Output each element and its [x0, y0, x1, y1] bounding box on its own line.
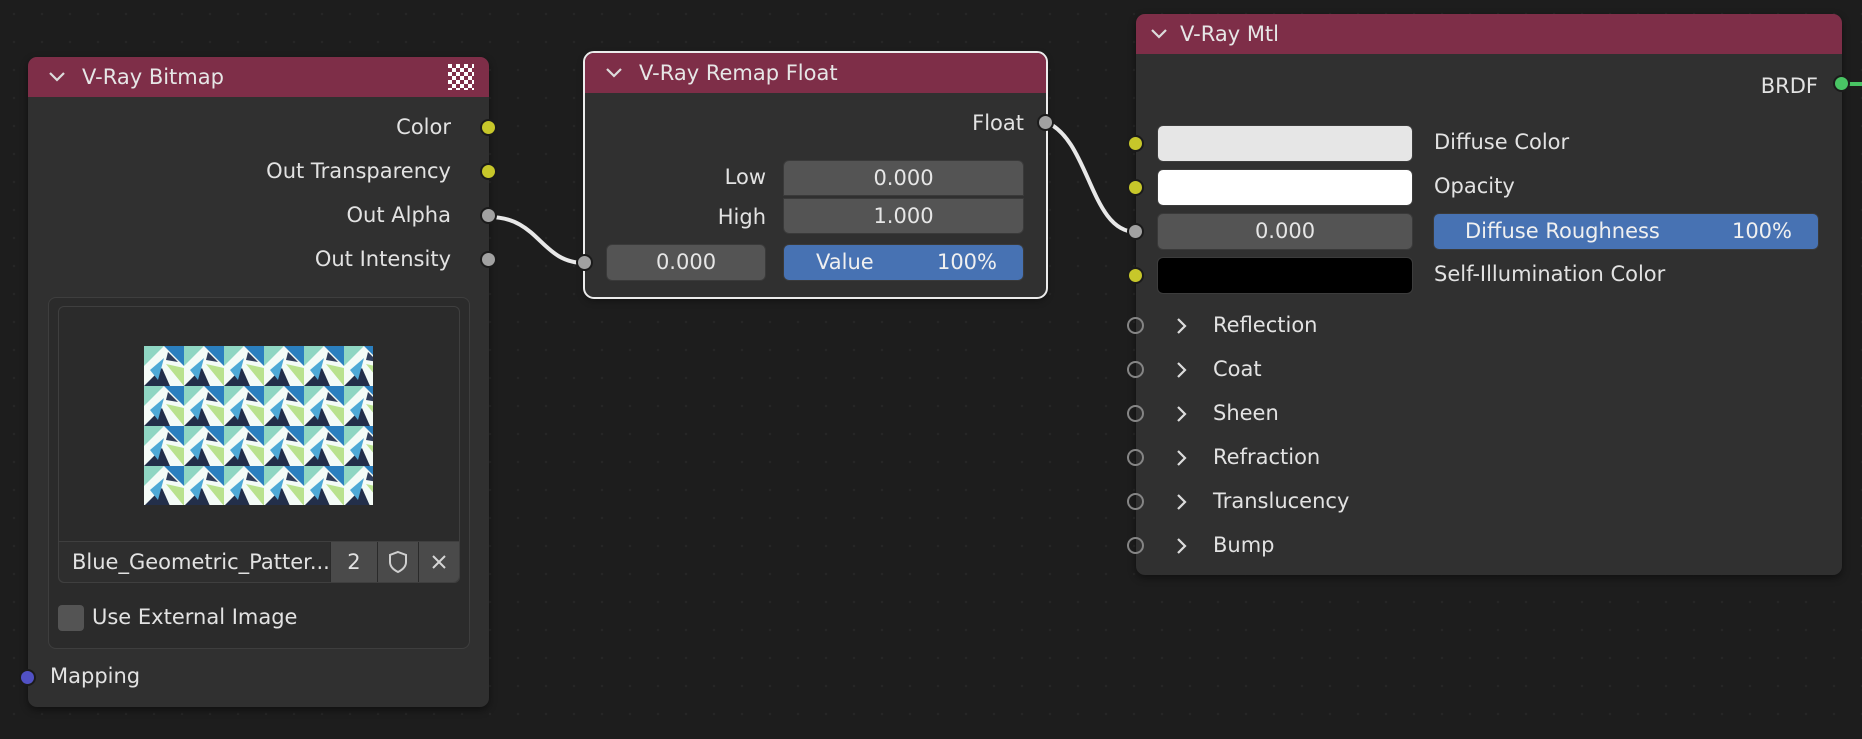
sheen-input-socket[interactable]: [1127, 405, 1144, 422]
value-slider[interactable]: Value 100%: [783, 244, 1024, 281]
collapse-chevron-icon[interactable]: [597, 53, 631, 93]
unlink-close-icon[interactable]: [417, 542, 459, 582]
bump-input-socket[interactable]: [1127, 537, 1144, 554]
node-title: V-Ray Mtl: [1180, 22, 1280, 46]
panel-bump-label: Bump: [1213, 533, 1275, 557]
float-output-label: Float: [972, 111, 1024, 135]
fake-user-shield-icon[interactable]: [377, 542, 418, 582]
use-external-image-label: Use External Image: [92, 605, 298, 629]
high-label: High: [717, 205, 766, 229]
node-title: V-Ray Bitmap: [82, 65, 224, 89]
reflection-input-socket[interactable]: [1127, 317, 1144, 334]
mapping-input-socket[interactable]: [19, 669, 36, 686]
self-illumination-swatch[interactable]: [1157, 257, 1413, 294]
image-preview-frame: [58, 306, 460, 543]
opacity-label: Opacity: [1434, 174, 1515, 198]
diffuse-roughness-slider[interactable]: Diffuse Roughness 100%: [1433, 213, 1819, 250]
chevron-right-icon[interactable]: [1176, 317, 1188, 335]
chevron-right-icon[interactable]: [1176, 361, 1188, 379]
output-intensity-label: Out Intensity: [314, 247, 451, 271]
opacity-input-socket[interactable]: [1127, 179, 1144, 196]
translucency-input-socket[interactable]: [1127, 493, 1144, 510]
panel-reflection[interactable]: Reflection: [1127, 306, 1536, 346]
chevron-right-icon[interactable]: [1176, 537, 1188, 555]
color-output-socket[interactable]: [480, 119, 497, 136]
panel-coat[interactable]: Coat: [1127, 350, 1536, 390]
high-field[interactable]: 1.000: [783, 198, 1024, 234]
panel-coat-label: Coat: [1213, 357, 1262, 381]
panel-translucency[interactable]: Translucency: [1127, 482, 1536, 522]
output-color-label: Color: [396, 115, 451, 139]
panel-bump[interactable]: Bump: [1127, 526, 1536, 566]
self-illumination-input-socket[interactable]: [1127, 267, 1144, 284]
refraction-input-socket[interactable]: [1127, 449, 1144, 466]
coat-input-socket[interactable]: [1127, 361, 1144, 378]
value-slider-percent: 100%: [936, 250, 997, 274]
chevron-right-icon[interactable]: [1176, 493, 1188, 511]
value-input-socket[interactable]: [576, 254, 593, 271]
vray-mtl-node[interactable]: V-Ray Mtl BRDF Diffuse Color Opacity 0.0…: [1127, 14, 1850, 575]
diffuse-color-input-socket[interactable]: [1127, 135, 1144, 152]
mapping-input-label: Mapping: [50, 664, 141, 688]
node-header[interactable]: V-Ray Remap Float: [585, 53, 1046, 93]
chevron-right-icon[interactable]: [1176, 405, 1188, 423]
checker-texture-icon: [448, 64, 474, 90]
user-count-badge[interactable]: 2: [329, 542, 378, 582]
panel-translucency-label: Translucency: [1213, 489, 1350, 513]
panel-sheen[interactable]: Sheen: [1127, 394, 1536, 434]
panel-refraction[interactable]: Refraction: [1127, 438, 1536, 478]
panel-sheen-label: Sheen: [1213, 401, 1279, 425]
vray-bitmap-node[interactable]: V-Ray Bitmap Color Out Transparency Out …: [19, 57, 497, 707]
intensity-output-socket[interactable]: [480, 251, 497, 268]
transparency-output-socket[interactable]: [480, 163, 497, 180]
link-alpha-to-remap: [488, 215, 586, 265]
brdf-output-socket[interactable]: [1833, 75, 1850, 92]
brdf-output-label: BRDF: [1760, 74, 1818, 98]
opacity-swatch[interactable]: [1157, 169, 1413, 206]
diffuse-color-swatch[interactable]: [1157, 125, 1413, 162]
output-alpha-label: Out Alpha: [346, 203, 451, 227]
diffuse-roughness-percent: 100%: [1731, 219, 1792, 243]
image-name-field[interactable]: Blue_Geometric_Patter...: [59, 542, 330, 582]
use-external-image-checkbox[interactable]: [58, 605, 84, 631]
collapse-chevron-icon[interactable]: [40, 57, 74, 97]
image-datablock-selector[interactable]: Blue_Geometric_Patter... 2: [58, 541, 460, 583]
diffuse-roughness-label: Diffuse Roughness: [1465, 219, 1660, 243]
diffuse-color-label: Diffuse Color: [1434, 130, 1570, 154]
node-header[interactable]: V-Ray Mtl: [1136, 14, 1842, 54]
panel-refraction-label: Refraction: [1213, 445, 1321, 469]
roughness-input-field[interactable]: 0.000: [1157, 213, 1413, 250]
image-panel: Blue_Geometric_Patter... 2 Use External …: [48, 297, 470, 649]
roughness-input-socket[interactable]: [1127, 223, 1144, 240]
node-title: V-Ray Remap Float: [639, 61, 838, 85]
low-field[interactable]: 0.000: [783, 160, 1024, 196]
chevron-right-icon[interactable]: [1176, 449, 1188, 467]
link-float-to-roughness: [1045, 120, 1137, 234]
collapse-chevron-icon[interactable]: [1142, 14, 1176, 54]
value-slider-label: Value: [816, 250, 874, 274]
vray-remap-float-node[interactable]: V-Ray Remap Float Float Low 0.000 High 1…: [576, 51, 1054, 299]
low-label: Low: [724, 165, 766, 189]
output-transparency-label: Out Transparency: [266, 159, 451, 183]
float-output-socket[interactable]: [1037, 114, 1054, 131]
alpha-output-socket[interactable]: [480, 207, 497, 224]
texture-preview-image[interactable]: [144, 346, 373, 505]
panel-reflection-label: Reflection: [1213, 313, 1318, 337]
node-header[interactable]: V-Ray Bitmap: [28, 57, 489, 97]
value-input-field[interactable]: 0.000: [606, 244, 766, 281]
self-illumination-label: Self-Illumination Color: [1434, 262, 1666, 286]
